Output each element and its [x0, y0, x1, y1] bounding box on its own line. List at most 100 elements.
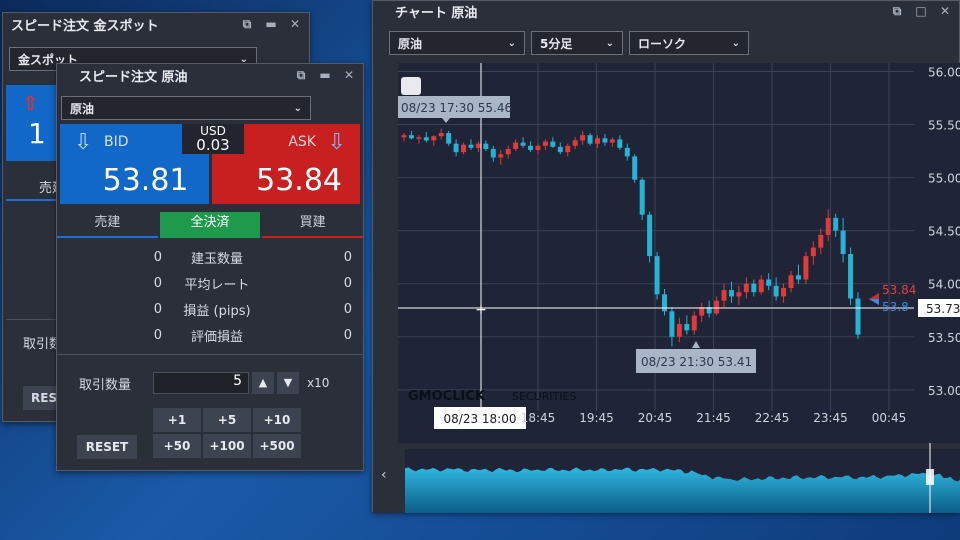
- stat-row: 0 損益 (pips) 0: [57, 296, 363, 322]
- y-tick-label: 53.00: [928, 384, 960, 398]
- stat-row: 0 平均レート 0: [57, 270, 363, 296]
- candle-body: [728, 290, 734, 297]
- crosshair-price-label: 53.73: [926, 302, 960, 316]
- y-tick-label: 53.50: [928, 331, 960, 345]
- oil-product-select[interactable]: 原油 ⌄: [61, 96, 311, 120]
- navigator-handle[interactable]: [926, 469, 934, 485]
- stat-sell-value: 0: [153, 327, 162, 343]
- quantity-input[interactable]: 5: [153, 372, 249, 394]
- increment-button[interactable]: ▲: [252, 372, 274, 394]
- candle-body: [825, 217, 831, 235]
- chart-type-select[interactable]: ローソク ⌄: [629, 31, 749, 55]
- candle-body: [781, 287, 787, 297]
- chevron-down-icon: ⌄: [731, 37, 740, 49]
- candle-body: [513, 142, 519, 149]
- stat-buy-value: 0: [343, 327, 352, 343]
- popout-icon[interactable]: ⧉: [241, 17, 253, 32]
- candle-body: [758, 279, 764, 293]
- stat-label: 損益 (pips): [183, 303, 251, 319]
- add-qty-button[interactable]: +50: [153, 434, 201, 458]
- candle-body: [416, 137, 422, 139]
- position-stats: 0 建玉数量 0 0 平均レート 0 0 損益 (pips) 0 0 評価損益 …: [57, 244, 363, 348]
- candle-body: [803, 256, 809, 280]
- navigator-svg: [405, 443, 960, 513]
- close-icon[interactable]: ✕: [289, 17, 301, 31]
- oil-window-titlebar[interactable]: スピード注文 原油 ⧉ ▬ ✕: [57, 64, 363, 86]
- ask-marker-label: 53.84: [882, 283, 916, 297]
- comment-icon[interactable]: [401, 77, 421, 95]
- add-qty-button[interactable]: +100: [203, 434, 251, 458]
- x-tick-label: 18:45: [521, 411, 556, 425]
- minimize-icon[interactable]: ▬: [319, 68, 331, 82]
- quantity-add-buttons: +1 +5 +10 +50 +100 +500: [153, 408, 301, 458]
- popout-icon[interactable]: ⧉: [891, 4, 903, 19]
- chart-window-title: チャート 原油: [395, 5, 478, 21]
- close-icon[interactable]: ✕: [939, 4, 951, 18]
- tab-buy[interactable]: 買建: [262, 212, 364, 238]
- maximize-icon[interactable]: □: [915, 4, 927, 18]
- decrement-button[interactable]: ▼: [277, 372, 299, 394]
- chart-product-select[interactable]: 原油 ⌄: [389, 31, 525, 55]
- candle-body: [461, 144, 467, 153]
- candle-body: [401, 135, 407, 138]
- add-qty-button[interactable]: +1: [153, 408, 201, 432]
- y-tick-label: 54.00: [928, 278, 960, 292]
- spread-box: USD 0.03: [182, 124, 244, 154]
- add-qty-button[interactable]: +5: [203, 408, 251, 432]
- candle-body: [505, 148, 511, 155]
- candle-body: [475, 143, 481, 148]
- quantity-multiplier: x10: [307, 376, 330, 390]
- chart-type-value: ローソク: [638, 36, 687, 51]
- watermark-suffix: SECURITIES: [512, 390, 576, 403]
- bid-ask-panel: ⇩ BID 53.81 ASK ⇩ 53.84 USD 0.03: [60, 124, 360, 204]
- candle-body: [676, 324, 682, 337]
- x-tick-label: 22:45: [755, 411, 790, 425]
- divider: [6, 319, 58, 320]
- add-qty-button[interactable]: +500: [253, 434, 301, 458]
- close-icon[interactable]: ✕: [343, 68, 355, 82]
- add-qty-button[interactable]: +10: [253, 408, 301, 432]
- y-tick-label: 55.00: [928, 172, 960, 186]
- tab-sell[interactable]: 売建: [57, 212, 158, 238]
- y-tick-label: 54.50: [928, 225, 960, 239]
- chart-window[interactable]: チャート 原油 ⧉ □ ✕ 原油 ⌄ 5分足 ⌄ ローソク ⌄ + 08/23 …: [372, 0, 960, 513]
- reset-button[interactable]: RESET: [77, 435, 137, 459]
- crosshair-center-icon: +: [475, 302, 487, 318]
- candlestick-chart[interactable]: + 08/23 17:30 55.46 08/23 21:30 53.41 GM…: [398, 63, 960, 443]
- stat-sell-value: 0: [153, 301, 162, 317]
- candle-body: [743, 283, 749, 293]
- gold-bid-panel[interactable]: ⇧ 1: [6, 85, 58, 161]
- y-tick-label: 56.00: [928, 65, 960, 79]
- chevron-down-icon: ▼: [283, 376, 293, 389]
- gold-window-titlebar[interactable]: スピード注文 金スポット ⧉ ▬ ✕: [3, 13, 309, 35]
- chart-navigator[interactable]: ‹: [373, 443, 960, 513]
- candle-body: [654, 256, 660, 295]
- x-tick-label: 21:45: [696, 411, 731, 425]
- chart-window-titlebar[interactable]: チャート 原油 ⧉ □ ✕: [373, 1, 959, 21]
- divider: [57, 354, 363, 355]
- stat-buy-value: 0: [343, 275, 352, 291]
- minimize-icon[interactable]: ▬: [265, 17, 277, 31]
- stat-sell-value: 0: [153, 249, 162, 265]
- chart-interval-select[interactable]: 5分足 ⌄: [531, 31, 623, 55]
- candle-body: [736, 292, 742, 297]
- chart-toolbar: 原油 ⌄ 5分足 ⌄ ローソク ⌄: [373, 21, 959, 55]
- tab-close-all[interactable]: 全決済: [159, 212, 261, 238]
- candle-body: [580, 135, 586, 141]
- popout-icon[interactable]: ⧉: [295, 68, 307, 83]
- candle-body: [468, 144, 474, 148]
- arrow-up-icon: ⇧: [22, 91, 39, 115]
- candle-body: [423, 137, 429, 141]
- candle-body: [848, 253, 854, 299]
- chevron-up-icon: ▲: [258, 376, 268, 389]
- candle-body: [438, 133, 444, 137]
- candle-body: [766, 279, 772, 286]
- y-tick-label: 55.50: [928, 119, 960, 133]
- speed-order-window-oil[interactable]: スピード注文 原油 ⧉ ▬ ✕ 原油 ⌄ ⇩ BID 53.81 ASK ⇩ 5…: [56, 63, 364, 471]
- watermark-brand: GMOCLICK: [408, 389, 486, 404]
- candle-body: [408, 135, 414, 139]
- candle-body: [609, 139, 615, 143]
- x-tick-label: 20:45: [638, 411, 673, 425]
- candle-body: [535, 145, 541, 151]
- crosshair-time-label: 08/23 18:00: [444, 412, 517, 426]
